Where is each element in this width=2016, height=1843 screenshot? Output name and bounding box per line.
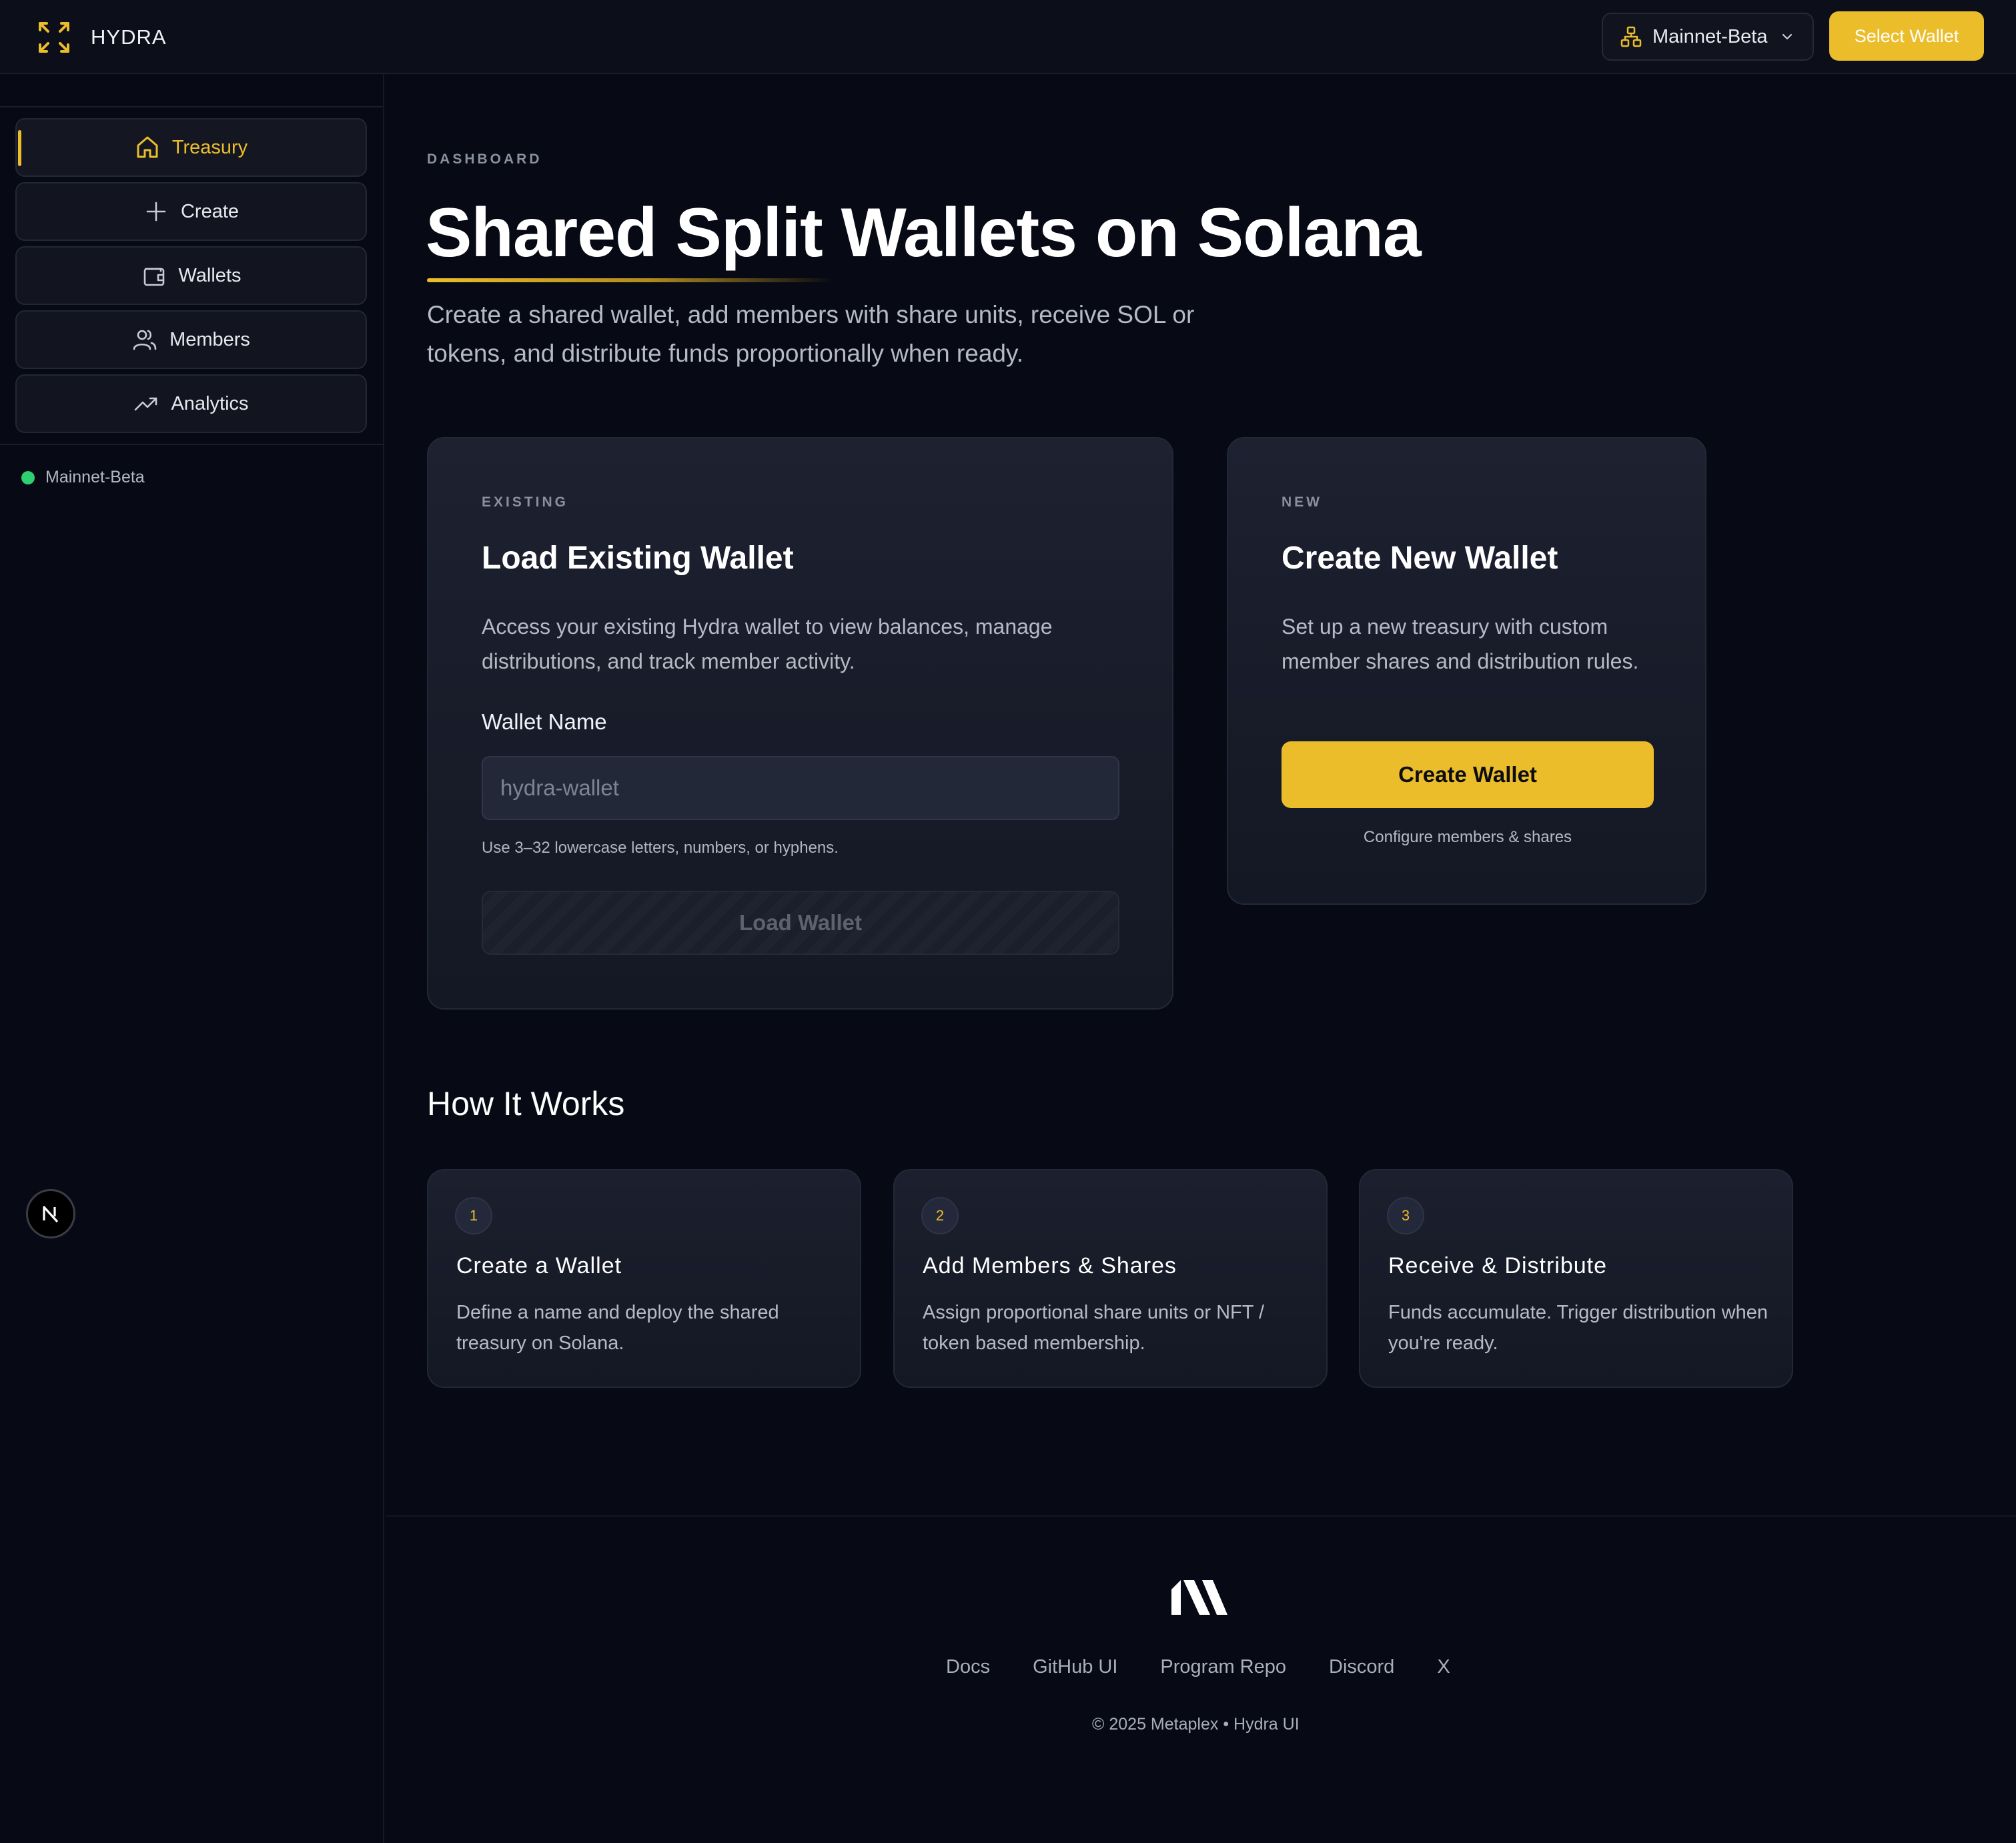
create-wallet-button[interactable]: Create Wallet xyxy=(1282,741,1654,808)
load-wallet-button[interactable]: Load Wallet xyxy=(482,891,1119,955)
create-wallet-hint: Configure members & shares xyxy=(1363,828,1572,846)
wallet-icon xyxy=(143,268,164,286)
sidebar-item-label: Treasury xyxy=(171,136,248,158)
sidebar-item-label: Members xyxy=(169,328,250,350)
step-card: 2 Add Members & Shares Assign proportion… xyxy=(893,1169,1328,1388)
card-description: Access your existing Hydra wallet to vie… xyxy=(482,615,1053,673)
step-title: Add Members & Shares xyxy=(923,1253,1177,1278)
wallet-name-hint: Use 3–32 lowercase letters, numbers, or … xyxy=(482,839,839,857)
wallet-name-input[interactable] xyxy=(482,756,1119,820)
n-logo-icon xyxy=(43,1206,59,1223)
metaplex-logo-icon xyxy=(1171,1580,1227,1615)
network-status: Mainnet-Beta xyxy=(21,468,145,487)
chevron-down-icon xyxy=(1782,33,1792,40)
network-selector[interactable]: Mainnet-Beta xyxy=(1602,13,1814,61)
page-subtitle: Create a shared wallet, add members with… xyxy=(427,301,1195,367)
wallet-name-label: Wallet Name xyxy=(482,709,607,734)
load-wallet-card: EXISTING Load Existing Wallet Access you… xyxy=(427,437,1173,1010)
divider xyxy=(0,444,383,445)
create-wallet-card: NEW Create New Wallet Set up a new treas… xyxy=(1227,437,1706,905)
step-description: Define a name and deploy the shared trea… xyxy=(456,1302,779,1354)
step-title: Create a Wallet xyxy=(456,1253,622,1278)
title-underline xyxy=(427,278,834,282)
card-eyebrow: EXISTING xyxy=(482,494,569,510)
users-icon xyxy=(133,330,157,350)
next-badge[interactable] xyxy=(26,1189,75,1238)
step-number: 1 xyxy=(455,1197,492,1234)
sidebar-item-treasury[interactable]: Treasury xyxy=(15,118,367,177)
step-description: Assign proportional share units or NFT /… xyxy=(923,1302,1265,1354)
step-title: Receive & Distribute xyxy=(1388,1253,1608,1278)
plus-icon xyxy=(146,202,166,222)
status-dot xyxy=(21,470,35,484)
step-card: 3 Receive & Distribute Funds accumulate.… xyxy=(1359,1169,1793,1388)
sidebar: Treasury Create Wallets Members Analytic… xyxy=(0,74,384,1843)
page-eyebrow: DASHBOARD xyxy=(427,151,542,167)
page-title: Shared Split Wallets on Solana xyxy=(426,194,1422,272)
footer-link-docs[interactable]: Docs xyxy=(946,1656,990,1678)
card-description: Set up a new treasury with custom member… xyxy=(1282,615,1639,673)
sidebar-item-label: Create xyxy=(180,200,239,222)
network-icon xyxy=(1620,26,1642,47)
trending-up-icon xyxy=(135,397,157,411)
card-title: Create New Wallet xyxy=(1282,540,1558,576)
sidebar-item-create[interactable]: Create xyxy=(15,182,367,241)
sidebar-item-label: Wallets xyxy=(178,264,241,286)
brand[interactable]: HYDRA xyxy=(37,19,167,56)
status-label: Mainnet-Beta xyxy=(45,468,145,486)
expand-arrows-icon xyxy=(39,22,69,53)
sidebar-item-members[interactable]: Members xyxy=(15,310,367,369)
sidebar-item-wallets[interactable]: Wallets xyxy=(15,246,367,305)
step-card: 1 Create a Wallet Define a name and depl… xyxy=(427,1169,861,1388)
home-icon xyxy=(137,136,158,158)
footer-links: Docs GitHub UI Program Repo Discord X xyxy=(946,1656,1450,1678)
step-number: 3 xyxy=(1387,1197,1424,1234)
card-eyebrow: NEW xyxy=(1282,494,1322,510)
footer-link-github-ui[interactable]: GitHub UI xyxy=(1033,1656,1117,1678)
app-name: HYDRA xyxy=(91,25,167,49)
step-number: 2 xyxy=(921,1197,959,1234)
network-label: Mainnet-Beta xyxy=(1652,25,1768,47)
select-wallet-button[interactable]: Select Wallet xyxy=(1829,11,1984,61)
section-title: How It Works xyxy=(427,1085,625,1122)
sidebar-item-analytics[interactable]: Analytics xyxy=(15,374,367,433)
footer-divider xyxy=(386,1515,2016,1517)
divider xyxy=(0,106,383,107)
footer-link-discord[interactable]: Discord xyxy=(1329,1656,1394,1678)
footer-link-x[interactable]: X xyxy=(1437,1656,1450,1678)
footer-copyright: © 2025 Metaplex • Hydra UI xyxy=(1092,1715,1300,1734)
step-description: Funds accumulate. Trigger distribution w… xyxy=(1388,1302,1769,1354)
sidebar-item-label: Analytics xyxy=(171,392,249,414)
card-title: Load Existing Wallet xyxy=(482,540,794,576)
footer-link-program-repo[interactable]: Program Repo xyxy=(1160,1656,1286,1678)
top-bar: HYDRA Mainnet-Beta Select Wallet xyxy=(0,0,2016,74)
